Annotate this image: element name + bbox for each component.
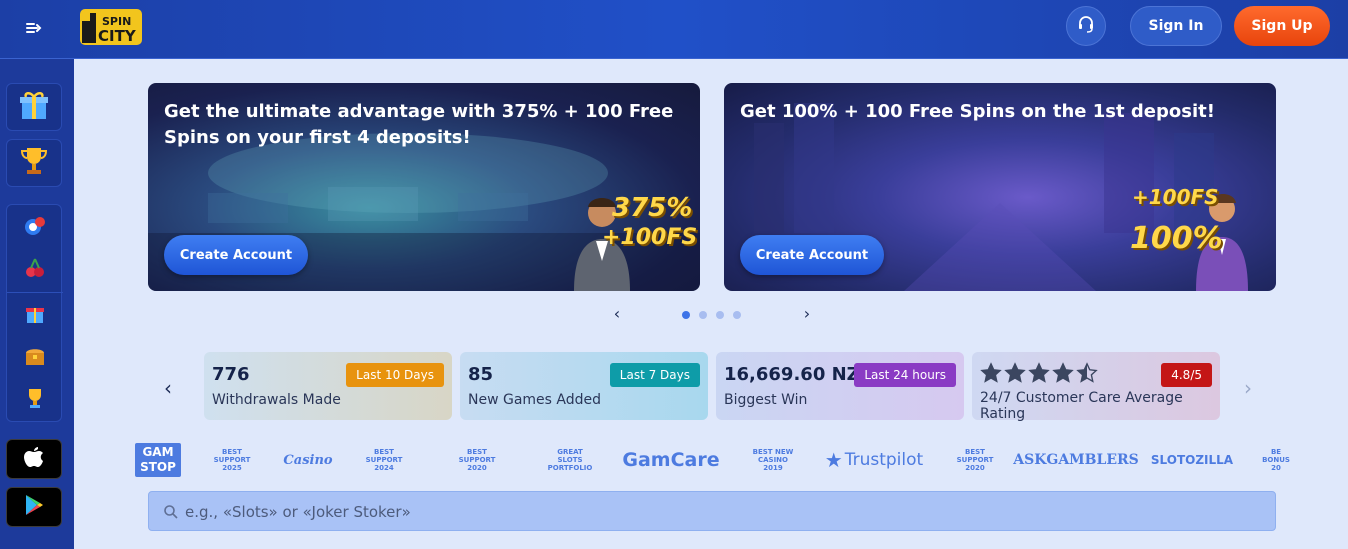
star-icon bbox=[1004, 362, 1026, 383]
stat-label: Biggest Win bbox=[724, 392, 808, 408]
carousel-dot[interactable] bbox=[682, 311, 690, 319]
google-play-icon bbox=[23, 493, 45, 521]
promo-100fs-text: +100FS bbox=[602, 225, 698, 250]
rating-badge: 4.8/5 bbox=[1161, 363, 1212, 387]
promo-375-text: 375% bbox=[612, 193, 693, 223]
google-play-button[interactable] bbox=[6, 487, 62, 527]
best-new-casino-award[interactable]: BEST NEW CASINO 2019 bbox=[736, 440, 810, 480]
great-slots-portfolio-award[interactable]: GREAT SLOTS PORTFOLIO bbox=[534, 440, 606, 480]
stat-value: 16,669.60 NZ$ bbox=[724, 364, 873, 385]
banner-2-title: Get 100% + 100 Free Spins on the 1st dep… bbox=[740, 101, 1215, 122]
banner-2-character: +100FS 100% bbox=[1130, 181, 1270, 291]
best-support-2025-award[interactable]: BEST SUPPORT 2025 bbox=[196, 440, 268, 480]
game-search-bar bbox=[148, 491, 1276, 531]
create-account-button-2[interactable]: Create Account bbox=[740, 235, 884, 275]
slotozilla-logo[interactable]: SLOTOZILLA bbox=[1140, 440, 1244, 480]
carousel-prev-arrow-icon[interactable]: ‹ bbox=[609, 306, 625, 322]
support-button[interactable] bbox=[1066, 6, 1106, 46]
sidebar-games-group bbox=[6, 204, 63, 422]
stat-label: Withdrawals Made bbox=[212, 392, 341, 408]
stats-next-arrow-icon[interactable]: › bbox=[1244, 376, 1260, 400]
best-bonus-award[interactable]: BE BONUS 20 bbox=[1254, 440, 1294, 480]
gift-icon bbox=[16, 87, 52, 127]
sidebar-item-shop[interactable] bbox=[7, 337, 63, 379]
carousel-dot[interactable] bbox=[716, 311, 724, 319]
present-icon bbox=[23, 302, 47, 330]
stat-card-rating: 24/7 Customer Care Average Rating 4.8/5 bbox=[972, 352, 1220, 422]
sign-in-button[interactable]: Sign In bbox=[1130, 6, 1222, 46]
gamcare-logo[interactable]: GamCare bbox=[620, 440, 722, 480]
app-store-button[interactable] bbox=[6, 439, 62, 479]
banner-1-title: Get the ultimate advantage with 375% + 1… bbox=[164, 101, 674, 148]
stat-badge: Last 24 hours bbox=[854, 363, 956, 387]
sidebar-divider bbox=[7, 292, 63, 293]
chips-icon bbox=[22, 213, 48, 243]
sidebar-item-live[interactable] bbox=[7, 207, 63, 249]
carousel-dot[interactable] bbox=[733, 311, 741, 319]
search-icon bbox=[163, 504, 179, 520]
gamstop-logo[interactable]: GAM STOP bbox=[134, 440, 182, 480]
promo-banner-2[interactable]: Get 100% + 100 Free Spins on the 1st dep… bbox=[724, 83, 1276, 291]
stat-badge: Last 7 Days bbox=[609, 363, 700, 387]
sidebar-item-achievements[interactable] bbox=[7, 379, 63, 421]
banner-1-character: 375% +100FS bbox=[554, 181, 698, 291]
stat-value: 85 bbox=[468, 364, 494, 385]
star-icon bbox=[1052, 362, 1074, 383]
rating-stars bbox=[980, 362, 1098, 384]
trustpilot-logo[interactable]: ★ Trustpilot bbox=[822, 440, 926, 480]
sidebar-item-bonuses[interactable] bbox=[7, 295, 63, 337]
search-input[interactable] bbox=[185, 500, 1245, 524]
sign-up-button[interactable]: Sign Up bbox=[1234, 6, 1330, 46]
stat-label: 24/7 Customer Care Average Rating bbox=[980, 390, 1183, 422]
promo-banner-1[interactable]: Get the ultimate advantage with 375% + 1… bbox=[148, 83, 700, 291]
fruit-icon bbox=[22, 255, 48, 285]
carousel-pagination bbox=[682, 310, 741, 320]
star-icon bbox=[980, 362, 1002, 383]
carousel-next-arrow-icon[interactable]: › bbox=[799, 306, 815, 322]
headset-icon bbox=[1076, 14, 1096, 38]
cup-icon bbox=[23, 386, 47, 414]
promo-100-percent-text: 100% bbox=[1130, 221, 1223, 256]
sidebar bbox=[0, 59, 74, 549]
casino-guru-logo[interactable]: Casino bbox=[282, 440, 334, 480]
sidebar-item-tournaments[interactable] bbox=[6, 139, 62, 187]
best-support-2020-award[interactable]: BEST SUPPORT 2020 bbox=[434, 440, 520, 480]
spin-city-logo[interactable]: SPIN CITY bbox=[78, 7, 144, 47]
stat-card-withdrawals: 776 Withdrawals Made Last 10 Days bbox=[204, 352, 452, 420]
treasure-icon bbox=[22, 343, 48, 373]
stat-value: 776 bbox=[212, 364, 250, 385]
promo-100fs-text-2: +100FS bbox=[1132, 185, 1219, 209]
star-icon bbox=[1076, 362, 1098, 383]
stat-badge: Last 10 Days bbox=[346, 363, 444, 387]
sidebar-toggle-icon[interactable] bbox=[18, 16, 48, 40]
star-icon bbox=[1028, 362, 1050, 383]
sidebar-item-slots[interactable] bbox=[7, 249, 63, 291]
partner-logos-strip: GAM STOP BEST SUPPORT 2025 Casino BEST SUPPO… bbox=[134, 440, 1294, 480]
top-header: SPIN CITY Sign In Sign Up bbox=[0, 0, 1348, 59]
stat-card-new-games: 85 New Games Added Last 7 Days bbox=[460, 352, 708, 420]
stats-prev-arrow-icon[interactable]: ‹ bbox=[164, 376, 180, 400]
stat-label: New Games Added bbox=[468, 392, 602, 408]
svg-text:CITY: CITY bbox=[98, 27, 137, 45]
stat-card-biggest-win: 16,669.60 NZ$ Biggest Win Last 24 hours bbox=[716, 352, 964, 420]
sidebar-item-promotions[interactable] bbox=[6, 83, 62, 131]
carousel-dot[interactable] bbox=[699, 311, 707, 319]
best-support-2024-award[interactable]: BEST SUPPORT 2024 bbox=[348, 440, 420, 480]
askgamblers-logo[interactable]: ASKGAMBLERS bbox=[1013, 440, 1139, 480]
create-account-button-1[interactable]: Create Account bbox=[164, 235, 308, 275]
apple-icon bbox=[23, 445, 45, 473]
star-icon: ★ bbox=[824, 448, 843, 472]
best-support-2020-award-2[interactable]: BEST SUPPORT 2020 bbox=[938, 440, 1012, 480]
trophy-icon bbox=[17, 144, 51, 182]
